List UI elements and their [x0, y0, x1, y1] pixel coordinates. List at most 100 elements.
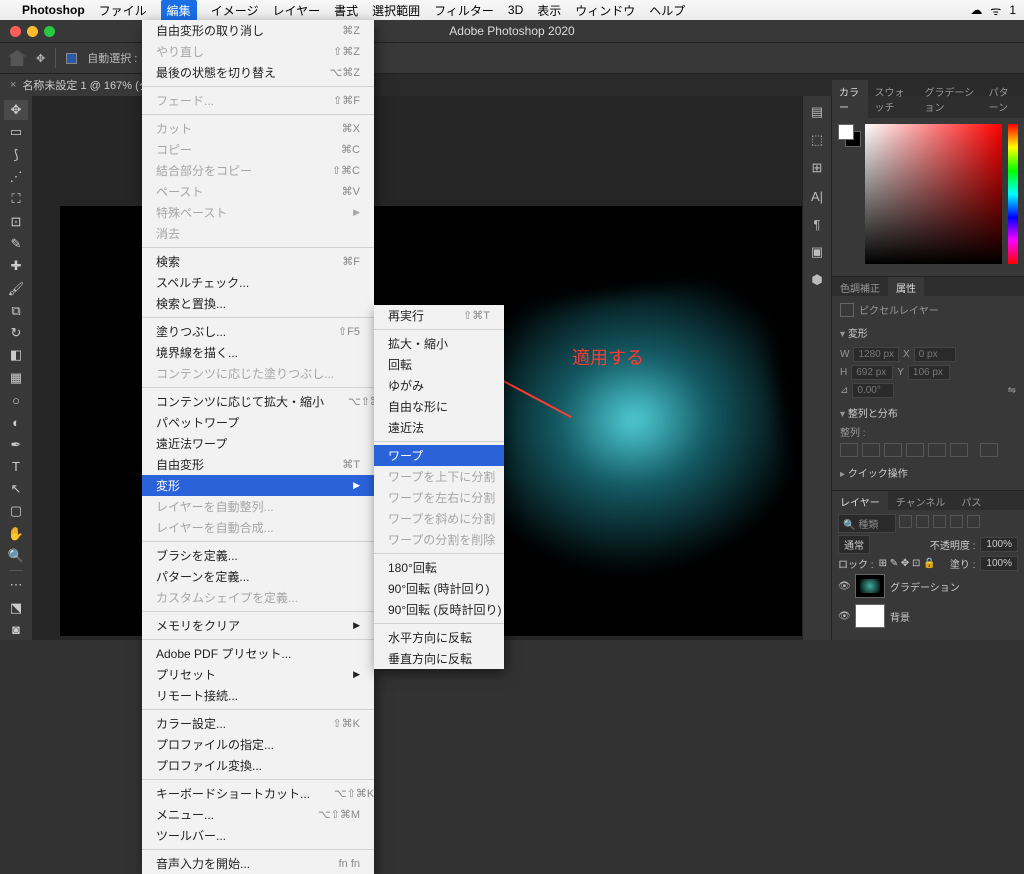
mi-flip-v[interactable]: 垂直方向に反転 [374, 648, 504, 669]
mi-remote[interactable]: リモート接続... [142, 685, 374, 706]
visibility-icon[interactable]: 👁 [838, 611, 850, 622]
stamp-tool[interactable]: ⧉ [4, 301, 28, 321]
dodge-tool[interactable]: ◐ [4, 412, 28, 432]
visibility-icon[interactable]: 👁 [838, 581, 850, 592]
history-brush-tool[interactable]: ↻ [4, 323, 28, 343]
menubar-window[interactable]: ウィンドウ [575, 2, 635, 19]
fill-input[interactable]: 100% [980, 556, 1018, 571]
lock-icons[interactable]: ⊞ ✎ ✥ ⊡ 🔒 [879, 558, 936, 569]
menubar-layer[interactable]: レイヤー [272, 2, 320, 19]
blur-tool[interactable]: ○ [4, 390, 28, 410]
flip-h-icon[interactable]: ⇋ [1008, 385, 1016, 396]
zoom-tool[interactable]: 🔍 [4, 546, 28, 566]
mi-search[interactable]: 検索⌘F [142, 251, 374, 272]
rail-3d-icon[interactable]: ⬢ [809, 272, 825, 288]
mi-again[interactable]: 再実行⇧⌘T [374, 305, 504, 326]
menubar-app[interactable]: Photoshop [22, 3, 85, 17]
width-input[interactable]: 1280 px [853, 347, 899, 362]
wand-tool[interactable]: ⋰ [4, 167, 28, 187]
menubar-image[interactable]: イメージ [211, 2, 259, 19]
align-icons[interactable] [840, 439, 1016, 461]
mi-r180[interactable]: 180°回転 [374, 557, 504, 578]
filter-smart-icon[interactable] [967, 515, 980, 528]
quickmask-icon[interactable]: ◙ [4, 620, 28, 640]
height-input[interactable]: 692 px [851, 365, 893, 380]
filter-shape-icon[interactable] [950, 515, 963, 528]
maximize-icon[interactable] [44, 26, 55, 37]
mi-find-replace[interactable]: 検索と置換... [142, 293, 374, 314]
pen-tool[interactable]: ✒ [4, 434, 28, 454]
rail-para-icon[interactable]: ¶ [809, 216, 825, 232]
mi-warp[interactable]: ワープ [374, 445, 504, 466]
tab-paths[interactable]: パス [953, 491, 989, 510]
mi-perspective[interactable]: 遠近法 [374, 417, 504, 438]
rail-info-icon[interactable]: ⊞ [809, 160, 825, 176]
mi-menus[interactable]: メニュー...⌥⇧⌘M [142, 804, 374, 825]
transform-section[interactable]: 変形 [840, 321, 1016, 344]
mi-rotate[interactable]: 回転 [374, 354, 504, 375]
align-section[interactable]: 整列と分布 [840, 401, 1016, 424]
quick-section[interactable]: クイック操作 [840, 461, 1016, 484]
opacity-input[interactable]: 100% [980, 537, 1018, 552]
mi-persp-warp[interactable]: 遠近法ワープ [142, 433, 374, 454]
mi-purge[interactable]: メモリをクリア▶ [142, 615, 374, 636]
x-input[interactable]: 0 px [914, 347, 956, 362]
frame-tool[interactable]: ⊡ [4, 211, 28, 231]
mi-assign-profile[interactable]: プロファイルの指定... [142, 734, 374, 755]
shape-tool[interactable]: ▢ [4, 501, 28, 521]
mi-dictation[interactable]: 音声入力を開始...fn fn [142, 853, 374, 874]
mi-color-settings[interactable]: カラー設定...⇧⌘K [142, 713, 374, 734]
tab-properties[interactable]: 属性 [888, 277, 924, 296]
tab-channels[interactable]: チャンネル [888, 491, 954, 510]
layer-thumb[interactable] [855, 574, 885, 598]
move-tool-icon[interactable]: ✥ [36, 52, 45, 65]
tab-gradients[interactable]: グラデーション [917, 80, 981, 118]
path-tool[interactable]: ↖ [4, 479, 28, 499]
filter-type-icon[interactable] [933, 515, 946, 528]
tab-color[interactable]: カラー [832, 80, 868, 118]
blend-mode-select[interactable]: 通常 [838, 535, 870, 554]
close-icon[interactable] [10, 26, 21, 37]
layer-row-gradation[interactable]: 👁グラデーション [838, 571, 1018, 601]
menubar-edit[interactable]: 編集 [161, 0, 197, 21]
eyedropper-tool[interactable]: ✎ [4, 234, 28, 254]
hue-slider[interactable] [1008, 124, 1018, 264]
mi-cas[interactable]: コンテンツに応じて拡大・縮小⌥⇧⌘C [142, 391, 374, 412]
brush-tool[interactable]: 🖌 [4, 278, 28, 298]
mi-presets[interactable]: プリセット▶ [142, 664, 374, 685]
mi-convert-profile[interactable]: プロファイル変換... [142, 755, 374, 776]
mi-undo[interactable]: 自由変形の取り消し⌘Z [142, 20, 374, 41]
filter-adjust-icon[interactable] [916, 515, 929, 528]
color-field[interactable] [865, 124, 1002, 264]
auto-select-checkbox[interactable] [66, 53, 77, 64]
crop-tool[interactable]: ⛶ [4, 189, 28, 209]
heal-tool[interactable]: ✚ [4, 256, 28, 276]
mi-flip-h[interactable]: 水平方向に反転 [374, 627, 504, 648]
mi-fill[interactable]: 塗りつぶし...⇧F5 [142, 321, 374, 342]
filter-pixel-icon[interactable] [899, 515, 912, 528]
tab-layers[interactable]: レイヤー [832, 491, 888, 510]
lasso-tool[interactable]: ⟆ [4, 145, 28, 165]
rail-char-icon[interactable]: A| [809, 188, 825, 204]
angle-input[interactable]: 0.00° [852, 383, 894, 398]
move-tool[interactable]: ✥ [4, 100, 28, 120]
edit-toolbar[interactable]: ⋯ [4, 575, 28, 595]
mi-spell[interactable]: スペルチェック... [142, 272, 374, 293]
mi-free-transform[interactable]: 自由変形⌘T [142, 454, 374, 475]
menubar-help[interactable]: ヘルプ [649, 2, 685, 19]
home-icon[interactable] [8, 50, 26, 66]
menubar-3d[interactable]: 3D [508, 3, 523, 17]
mi-toolbar[interactable]: ツールバー... [142, 825, 374, 846]
type-tool[interactable]: T [4, 457, 28, 477]
mi-transform[interactable]: 変形▶ [142, 475, 374, 496]
menubar-select[interactable]: 選択範囲 [372, 2, 420, 19]
mi-stroke[interactable]: 境界線を描く... [142, 342, 374, 363]
rail-brush-icon[interactable]: ⬚ [809, 132, 825, 148]
hand-tool[interactable]: ✋ [4, 524, 28, 544]
wifi-icon[interactable]: ᯤ [990, 2, 1001, 19]
foreground-swatch[interactable] [838, 124, 854, 140]
tab-patterns[interactable]: パターン [982, 80, 1024, 118]
layer-filter-select[interactable]: 🔍 種類 [838, 514, 896, 533]
minimize-icon[interactable] [27, 26, 38, 37]
y-input[interactable]: 106 px [908, 365, 950, 380]
